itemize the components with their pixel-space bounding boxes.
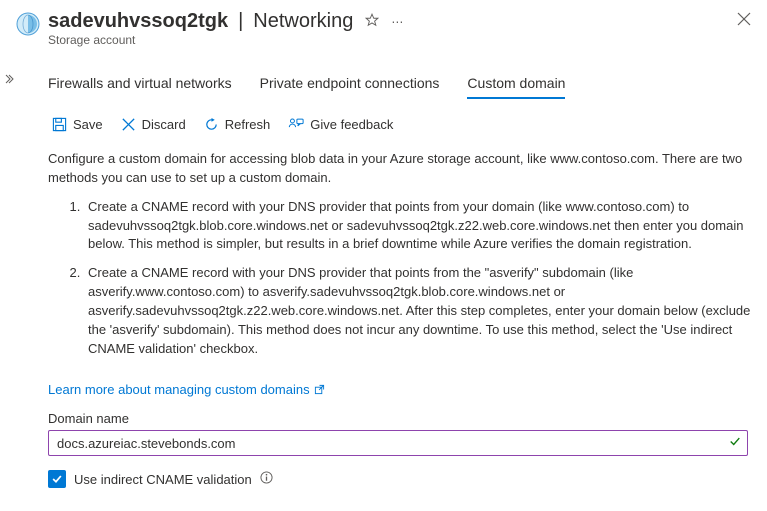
refresh-label: Refresh	[225, 117, 271, 132]
cname-validation-checkbox[interactable]	[48, 470, 66, 488]
domain-name-label: Domain name	[48, 411, 751, 426]
tab-private-endpoint[interactable]: Private endpoint connections	[260, 75, 440, 99]
close-icon[interactable]	[737, 12, 751, 29]
command-bar: Save Discard Refresh Give feedback	[52, 117, 751, 132]
feedback-icon	[288, 117, 304, 132]
tab-custom-domain[interactable]: Custom domain	[467, 75, 565, 99]
title-divider: |	[236, 10, 245, 33]
method-1: Create a CNAME record with your DNS prov…	[84, 198, 751, 255]
method-2: Create a CNAME record with your DNS prov…	[84, 264, 751, 358]
external-link-icon	[314, 384, 325, 395]
refresh-button[interactable]: Refresh	[204, 117, 271, 132]
discard-icon	[121, 117, 136, 132]
save-icon	[52, 117, 67, 132]
tab-firewalls[interactable]: Firewalls and virtual networks	[48, 75, 232, 99]
methods-list: Create a CNAME record with your DNS prov…	[48, 198, 751, 359]
learn-more-label: Learn more about managing custom domains	[48, 382, 310, 397]
more-icon[interactable]: ⋯	[391, 15, 404, 29]
valid-check-icon	[729, 436, 741, 451]
feedback-button[interactable]: Give feedback	[288, 117, 393, 132]
favorite-icon[interactable]	[365, 13, 379, 30]
refresh-icon	[204, 117, 219, 132]
save-label: Save	[73, 117, 103, 132]
resource-type: Storage account	[48, 33, 751, 47]
feedback-label: Give feedback	[310, 117, 393, 132]
storage-account-icon	[16, 12, 40, 36]
description-text: Configure a custom domain for accessing …	[48, 150, 751, 188]
blade-header: sadevuhvssoq2tgk | Networking ⋯ Storage …	[0, 0, 767, 47]
discard-button[interactable]: Discard	[121, 117, 186, 132]
checkmark-icon	[51, 473, 63, 485]
resource-name: sadevuhvssoq2tgk	[48, 10, 228, 33]
blade-section: Networking	[253, 10, 353, 33]
domain-name-input[interactable]	[57, 436, 719, 451]
cname-validation-label: Use indirect CNAME validation	[74, 472, 252, 487]
learn-more-link[interactable]: Learn more about managing custom domains	[48, 382, 325, 397]
cname-validation-row: Use indirect CNAME validation	[48, 470, 751, 488]
expand-menu-icon[interactable]	[4, 74, 14, 87]
save-button[interactable]: Save	[52, 117, 103, 132]
discard-label: Discard	[142, 117, 186, 132]
info-icon[interactable]	[260, 471, 273, 487]
domain-name-input-wrap	[48, 430, 748, 456]
tabs: Firewalls and virtual networks Private e…	[48, 75, 751, 99]
